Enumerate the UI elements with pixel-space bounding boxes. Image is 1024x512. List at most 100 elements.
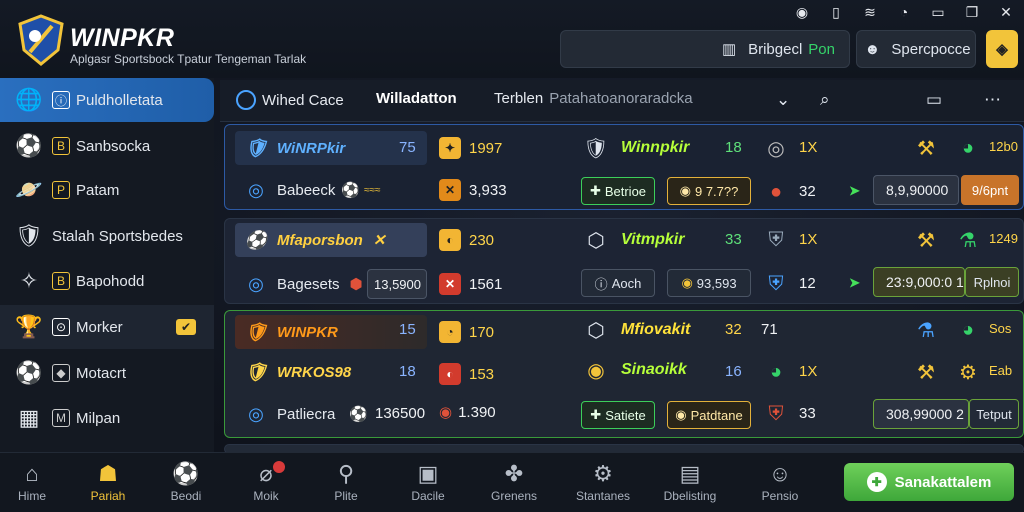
notification-button[interactable]: ◈ [986, 30, 1018, 68]
signal-icon[interactable]: ◔ [894, 3, 914, 21]
odds-value: 1997 [469, 139, 503, 157]
sub-score-cell[interactable]: ✕ 1561 [439, 273, 502, 295]
close-icon[interactable]: ✕ [996, 3, 1016, 21]
sub-team-name: Babeeck [277, 181, 336, 199]
chat-icon[interactable]: ▭ [926, 90, 942, 110]
sub-score-cell[interactable]: ✕ 3,933 [439, 179, 507, 201]
sport-box[interactable]: ☻ Spercpocce [856, 30, 976, 68]
mid-team-cell[interactable]: ⬡ Mfiovakit [581, 315, 690, 345]
trophy-icon: 🏆 [15, 314, 43, 339]
account-value: Pon [808, 40, 835, 58]
sidebar-item-label: Morker [76, 318, 123, 336]
right-value-box[interactable]: 8,9,90000 [873, 175, 959, 205]
mid-team-cell[interactable]: ◉ Sinaoikk [581, 355, 687, 385]
account-box[interactable]: ▥ Bribgecl Pon [560, 30, 850, 68]
mid-team-cell[interactable]: 🛡 Winnpkir [581, 133, 689, 163]
person-icon: ☺ [768, 461, 792, 486]
nav-item-dbelisting[interactable]: ▤ Dbelisting [650, 459, 730, 503]
mid-number: 18 [725, 139, 742, 156]
wifi-icon[interactable]: ≋ [860, 3, 880, 21]
nav-item-plite[interactable]: ⚲ Plite [306, 459, 386, 503]
search-icon[interactable]: ⌕ [820, 90, 830, 110]
sidebar-item-1[interactable]: ⚽ B Sanbsocka [0, 124, 214, 168]
bank-icon: ▥ [722, 41, 737, 58]
right-pill[interactable]: Tetput [969, 399, 1019, 429]
sub-score[interactable]: 13,5900 [367, 269, 427, 299]
sidebar-item-2[interactable]: 🪐 P Patam [0, 168, 214, 212]
maximize-icon[interactable]: ❐ [962, 3, 982, 21]
sidebar-item-5[interactable]: 🏆 ⊙ Morker ✔ [0, 305, 214, 349]
cta-label: Sanakattalem [894, 473, 992, 491]
arrow-right-icon: ➤ [849, 275, 860, 290]
odds-cell[interactable]: ✦ 1997 [439, 137, 502, 159]
mid-team-cell[interactable]: ⬡ Vitmpkir [581, 225, 684, 255]
bet-pill[interactable]: ✚ Satiete [581, 401, 655, 429]
tab-second[interactable]: Willadatton [376, 90, 457, 107]
right-value-box[interactable]: 23:9,000:0 1 [873, 267, 965, 297]
odds-value: 170 [469, 323, 495, 341]
crest-icon: 🛡 [15, 223, 43, 248]
nav-item-stantanes[interactable]: ⚙ Stantanes [563, 459, 643, 503]
nav-item-grenens[interactable]: ✤ Grenens [474, 459, 554, 503]
odds-cell[interactable]: ◐ 230 [439, 229, 494, 251]
sidebar-item-7[interactable]: ▦ M Milpan [0, 396, 214, 440]
odds-cell[interactable]: ◔ 170 [439, 321, 494, 343]
globe-icon: ◎ [248, 179, 264, 200]
team-crest-icon: ⬢ [349, 276, 363, 293]
nav-item-pensio[interactable]: ☺ Pensio [740, 459, 820, 503]
match-row[interactable]: 🛡 WINPKR 15 ◔ 170 🛡 WRKOS98 18 ◐ 153 ◎ P… [224, 310, 1024, 438]
nav-item-moik[interactable]: ⌀ Moik [226, 459, 306, 503]
plus-icon: ✚ [866, 472, 887, 492]
right-pill[interactable]: Rplnoi [965, 267, 1019, 297]
sub-score: 136500 [375, 405, 426, 422]
coin-icon: ◉ [587, 359, 605, 382]
check-icon[interactable]: ✔ [176, 319, 196, 335]
bet-pill[interactable]: ✚ Betrioe [581, 177, 655, 205]
more-icon[interactable]: ⋯ [984, 90, 1001, 110]
odds-pill[interactable]: ◉ Patdtane [667, 401, 751, 429]
nav-label: Dbelisting [663, 489, 717, 503]
odds-badge-icon: ◔ [439, 321, 461, 343]
odds-cell[interactable]: ◐ 153 [439, 363, 494, 385]
tab-label: Willadatton [376, 90, 457, 107]
team-cell[interactable]: ⚽ Mfaporsbon ✕ [235, 223, 427, 257]
tab-first[interactable]: Wihed Cace [236, 90, 344, 110]
sidebar-sub-icon: P [52, 181, 70, 199]
record-icon[interactable]: ◉ [792, 3, 812, 21]
match-row[interactable]: ⚽ Mfaporsbon ✕ ◐ 230 ◎ Bagesets ⬢ 13,590… [224, 218, 1024, 304]
mid-odd: 32 [799, 183, 816, 200]
mid-team-name: Winnpkir [621, 139, 690, 156]
odds-pill[interactable]: ◉ 93,593 [667, 269, 751, 297]
nav-item-beodi[interactable]: ⚽ Beodi [146, 459, 226, 503]
sidebar-item-4[interactable]: ✧ B Bapohodd [0, 259, 214, 303]
chevron-down-icon[interactable]: ⌄ [776, 90, 790, 110]
bet-pill-label: Satiete [605, 407, 646, 423]
home-icon: ⌂ [25, 461, 39, 486]
minimize-icon[interactable]: ▭ [928, 3, 948, 21]
sidebar-item-0[interactable]: 🌐 ⓘ Puldholletata [0, 78, 214, 122]
sidebar-sub-icon: ⓘ [52, 91, 70, 109]
tab-third[interactable]: Terblen Patahatoanoraradcka [494, 90, 693, 107]
mid-team-name: Mfiovakit [621, 321, 691, 338]
odds-pill[interactable]: ◉ 9 7.7?? [667, 177, 751, 205]
odds-badge-icon: ◐ [439, 229, 461, 251]
cta-button[interactable]: ✚ Sanakattalem [844, 463, 1014, 501]
coin-icon: ◉ [679, 183, 691, 198]
right-value-box[interactable]: 308,99000 2 [873, 399, 969, 429]
sidebar-item-3[interactable]: 🛡 Stalah Sportsbedes [0, 214, 214, 258]
nav-label: Hime [17, 489, 46, 503]
nav-item-pariah[interactable]: ☗ Pariah [68, 459, 148, 503]
team-crest-icon: ⬡ [587, 229, 605, 252]
bottle-icon: ⚗ [959, 229, 977, 252]
sidebar-item-label: Motacrt [76, 364, 127, 382]
nav-label: Pariah [90, 489, 126, 503]
right-pill[interactable]: 9/6pnt [961, 175, 1019, 205]
sub-score-cell[interactable]: ◉ 1.390 [439, 403, 496, 422]
nav-item-home[interactable]: ⌂ Hime [0, 459, 72, 503]
sim-icon[interactable]: ▯ [826, 3, 846, 21]
bet-pill[interactable]: ⓘ Aoch [581, 269, 655, 297]
nav-item-dacile[interactable]: ▣ Dacile [388, 459, 468, 503]
sidebar-item-6[interactable]: ⚽ ◆ Motacrt [0, 351, 214, 395]
match-row[interactable]: 🛡 WiNRPkir 75 ✦ 1997 ◎ Babeeck ⚽ ≈≈≈ ✕ 3… [224, 124, 1024, 210]
sub-team-cell[interactable]: ◎ Babeeck ⚽ ≈≈≈ [235, 173, 427, 207]
